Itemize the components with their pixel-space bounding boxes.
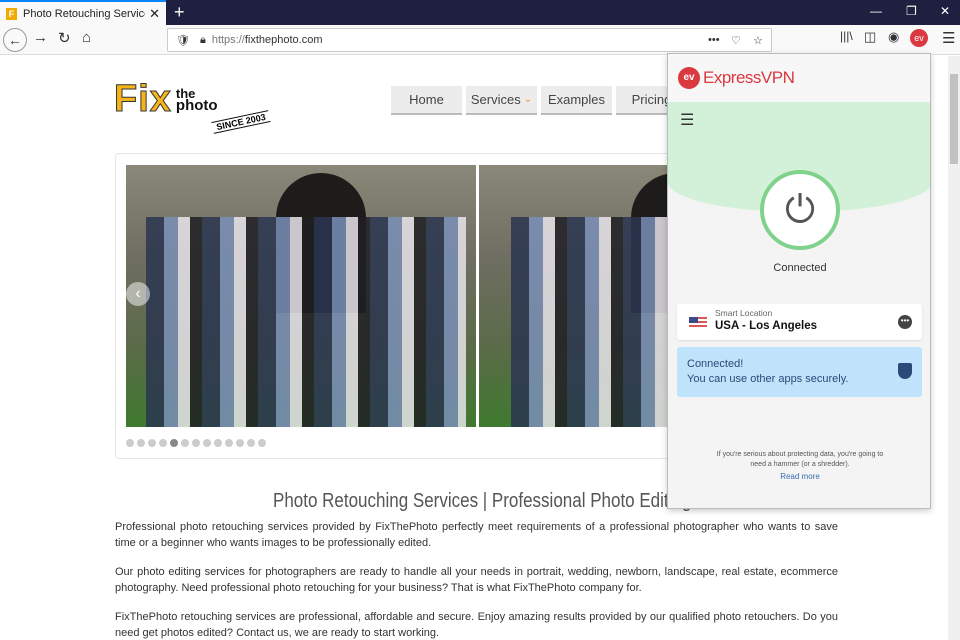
carousel-dot[interactable]: [159, 439, 167, 447]
lock-icon: 🔒︎: [199, 33, 206, 46]
tab-bar: F Photo Retouching Services | Pro ✕ + — …: [0, 0, 960, 25]
main-menu: Home Services ⌄ Examples Pricing: [391, 86, 687, 115]
close-tab-icon[interactable]: ✕: [149, 6, 160, 22]
carousel-prev-button[interactable]: ‹: [126, 282, 150, 306]
minimize-button[interactable]: —: [870, 4, 882, 18]
carousel-dot[interactable]: [236, 439, 244, 447]
url-domain: fixthephoto.com: [244, 34, 323, 46]
bookmark-star-icon[interactable]: ☆: [753, 34, 763, 47]
scrollbar-thumb[interactable]: [950, 74, 958, 164]
page-actions-icon[interactable]: •••: [708, 34, 720, 46]
vpn-header: ev ExpressVPN: [668, 54, 930, 102]
carousel-dot[interactable]: [214, 439, 222, 447]
close-window-button[interactable]: ✕: [940, 4, 950, 18]
sidebar-icon[interactable]: ◫: [864, 29, 876, 45]
more-options-icon[interactable]: •••: [898, 315, 912, 329]
carousel-dot[interactable]: [181, 439, 189, 447]
menu-home[interactable]: Home: [391, 86, 462, 115]
read-more-link[interactable]: Read more: [668, 472, 930, 481]
usa-flag-icon: [689, 317, 707, 329]
connection-status: Connected: [773, 262, 827, 274]
url-prefix: https://: [211, 34, 245, 46]
connected-banner: Connected! You can use other apps secure…: [677, 347, 922, 397]
vpn-menu-icon[interactable]: ☰: [680, 110, 694, 130]
carousel-dot[interactable]: [225, 439, 233, 447]
power-button[interactable]: ⏻: [760, 170, 840, 250]
expressvpn-extension-icon[interactable]: ev: [910, 29, 928, 47]
library-icon[interactable]: |||\: [840, 29, 853, 43]
logo-fix: Fix: [114, 78, 172, 121]
expressvpn-popup: ev ExpressVPN ☰ ⏻ Connected Smart Locati…: [667, 53, 931, 509]
tip-text: If you're serious about protecting data,…: [716, 451, 884, 468]
connected-title: Connected!: [687, 358, 744, 370]
carousel-dot[interactable]: [247, 439, 255, 447]
connected-message: You can use other apps securely.: [687, 373, 849, 385]
tab-title: Photo Retouching Services | Pro: [23, 7, 145, 20]
power-icon: ⏻: [784, 188, 816, 231]
menu-icon[interactable]: ☰: [942, 29, 955, 47]
reload-button[interactable]: ↻: [58, 29, 71, 47]
site-favicon-icon: F: [6, 7, 17, 20]
paragraph: Our photo editing services for photograp…: [115, 566, 838, 594]
carousel-dot[interactable]: [126, 439, 134, 447]
forward-button[interactable]: →: [33, 29, 48, 46]
paragraph: FixThePhoto retouching services are prof…: [115, 611, 838, 639]
vpn-brand: ExpressVPN: [703, 68, 795, 87]
shield-icon[interactable]: 🛡︎: [176, 34, 190, 47]
back-button[interactable]: ←: [3, 28, 27, 52]
logo-the-photo: the photo: [175, 85, 218, 114]
carousel-dot[interactable]: [192, 439, 200, 447]
location-name: USA - Los Angeles: [715, 320, 818, 332]
tab-active[interactable]: F Photo Retouching Services | Pro ✕: [0, 0, 166, 25]
site-logo[interactable]: Fix the photo: [114, 78, 218, 121]
carousel-dot[interactable]: [258, 439, 266, 447]
restore-button[interactable]: ❐: [906, 4, 917, 18]
menu-examples[interactable]: Examples: [541, 86, 612, 115]
carousel-dots: [126, 439, 266, 447]
new-tab-button[interactable]: +: [174, 2, 185, 23]
carousel-dot[interactable]: [170, 439, 178, 447]
image-carousel: ‹: [115, 153, 675, 459]
location-selector[interactable]: Smart Location USA - Los Angeles •••: [677, 304, 922, 340]
carousel-dot[interactable]: [148, 439, 156, 447]
nav-bar: ← → ↻ ⌂ 🛡︎ 🔒︎ https:// fixthephoto.com •…: [0, 25, 960, 55]
expressvpn-logo-icon: ev: [678, 67, 700, 89]
carousel-dot[interactable]: [203, 439, 211, 447]
page-title: Photo Retouching Services | Professional…: [273, 490, 692, 512]
home-button[interactable]: ⌂: [82, 29, 91, 46]
page-scrollbar[interactable]: [948, 56, 960, 640]
url-bar[interactable]: 🛡︎ 🔒︎ https:// fixthephoto.com ••• ♡ ☆: [167, 28, 772, 52]
shield-icon: [898, 363, 912, 379]
carousel-photo: [126, 165, 671, 427]
carousel-dot[interactable]: [137, 439, 145, 447]
logo-since: SINCE 2003: [211, 110, 271, 134]
menu-services[interactable]: Services ⌄: [466, 86, 537, 115]
paragraph: Professional photo retouching services p…: [115, 521, 838, 549]
location-label: Smart Location: [715, 308, 773, 318]
chevron-down-icon: ⌄: [523, 94, 533, 105]
pocket-icon[interactable]: ♡: [731, 34, 741, 47]
account-icon[interactable]: ◉: [888, 29, 899, 45]
